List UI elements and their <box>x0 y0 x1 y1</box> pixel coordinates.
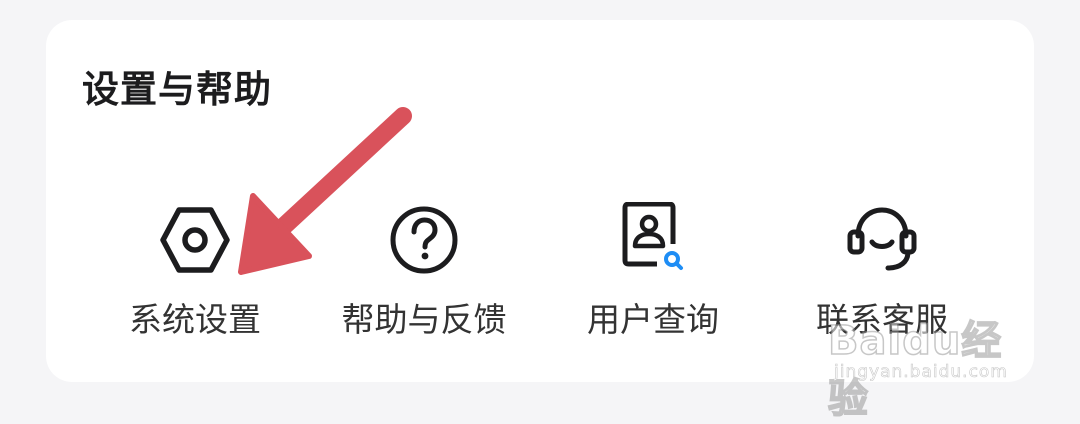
watermark-url: jingyan.baidu.com <box>834 362 1008 383</box>
hexagon-settings-icon <box>157 202 233 278</box>
user-search-icon <box>615 202 691 278</box>
system-settings-button[interactable]: 系统设置 <box>85 196 305 346</box>
user-query-button[interactable]: 用户查询 <box>543 196 763 346</box>
headset-icon <box>844 202 920 278</box>
section-title: 设置与帮助 <box>82 68 272 111</box>
user-query-label: 用户查询 <box>587 300 719 339</box>
help-feedback-button[interactable]: 帮助与反馈 <box>314 196 534 346</box>
baidu-jingyan-watermark: Baidu经验 jingyan.baidu.com <box>824 288 1040 423</box>
help-feedback-label: 帮助与反馈 <box>341 300 507 339</box>
question-circle-icon <box>386 202 462 278</box>
system-settings-label: 系统设置 <box>129 300 261 339</box>
